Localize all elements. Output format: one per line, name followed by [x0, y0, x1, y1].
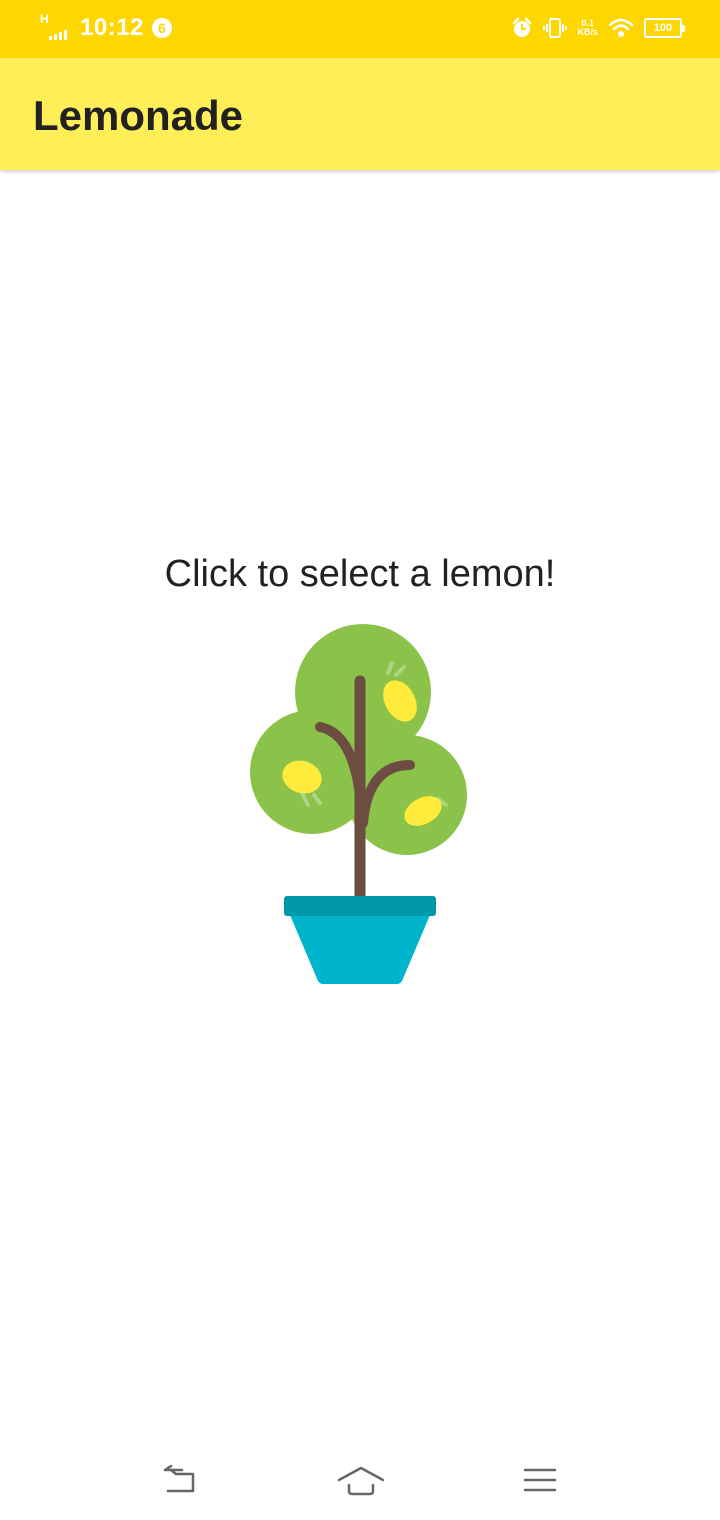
home-button[interactable]: [331, 1460, 391, 1500]
notification-badge: 6: [151, 18, 172, 38]
net-speed: 0.1 KB/s: [577, 19, 598, 37]
menu-button[interactable]: [510, 1460, 570, 1500]
home-icon: [337, 1466, 385, 1496]
app-title: Lemonade: [33, 92, 244, 139]
back-button[interactable]: [150, 1460, 210, 1500]
alarm-icon: [511, 17, 533, 39]
wifi-icon: [608, 17, 634, 39]
signal-icon: H: [40, 12, 74, 42]
status-right: 0.1 KB/s 100: [511, 16, 685, 40]
nav-bar: [0, 1440, 720, 1520]
back-icon: [163, 1465, 195, 1493]
status-left: H 10:12 6: [40, 12, 172, 42]
menu-icon: [523, 1468, 557, 1492]
prompt-text: Click to select a lemon!: [164, 553, 556, 595]
app-bar: Lemonade: [0, 58, 720, 170]
vibrate-icon: [543, 16, 568, 40]
status-time: 10:12: [80, 14, 144, 41]
battery-level: 100: [653, 22, 673, 34]
lemon-tree-button[interactable]: [240, 615, 480, 995]
battery-icon: 100: [644, 18, 685, 38]
net-speed-unit: KB/s: [577, 27, 598, 37]
lemon-tree-icon: [250, 624, 467, 984]
status-bar: H 10:12 6 0.1 KB/s 100: [0, 0, 720, 58]
network-type: H: [40, 12, 49, 26]
